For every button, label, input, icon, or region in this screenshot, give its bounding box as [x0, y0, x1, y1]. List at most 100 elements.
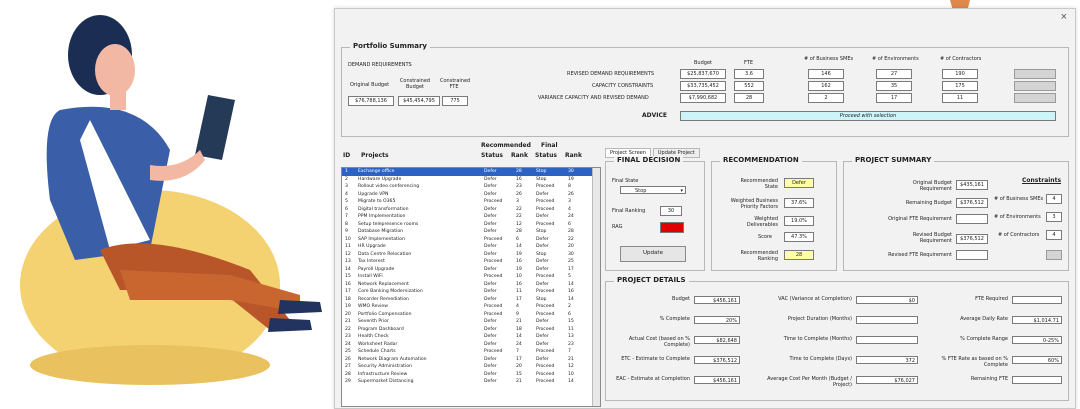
- recommended-rank: 14: [516, 244, 522, 249]
- project-id: 28: [345, 371, 351, 377]
- original-fte-req-value: [956, 214, 988, 224]
- project-name: Program Dashboard: [358, 326, 404, 332]
- list-item[interactable]: 2 Hardware Upgrade Defer 16 Stop 19: [342, 176, 600, 184]
- list-item[interactable]: 8 Setup telepresence rooms Defer 12 Proceed 6: [342, 221, 600, 229]
- list-item[interactable]: 24 Worksheet Radar Defer 24 Defer 23: [342, 341, 600, 349]
- project-id: 27: [345, 364, 351, 369]
- final-rank: 10: [568, 371, 574, 377]
- list-item[interactable]: 15 Install WiFi Proceed 10 Proceed 5: [342, 273, 600, 281]
- deliverables-value: 19.0%: [784, 216, 814, 226]
- original-budget-field[interactable]: $76,788,136: [348, 96, 394, 106]
- list-item[interactable]: 18 Recorder Remediation Defer 17 Stop 14: [342, 296, 600, 304]
- recommended-rank: 28: [516, 169, 522, 174]
- list-item[interactable]: 14 Payroll Upgrade Defer 19 Defer 17: [342, 266, 600, 274]
- header-rank: Rank: [511, 152, 528, 159]
- final-status: Proceed: [536, 311, 555, 317]
- project-name: SAP Implementation: [358, 236, 405, 242]
- detail-c-value: 0-25%: [1012, 336, 1062, 344]
- final-rank: 12: [568, 364, 574, 369]
- list-item[interactable]: 4 Upgrade VPN Defer 26 Defer 26: [342, 191, 600, 199]
- revised-demand-label: REVISED DEMAND REQUIREMENTS: [567, 71, 655, 77]
- list-item[interactable]: 17 Core Banking Modernization Defer 11 Proce…: [342, 288, 600, 296]
- close-icon[interactable]: ×: [1061, 11, 1067, 23]
- list-scrollbar[interactable]: [592, 168, 600, 406]
- list-item[interactable]: 10 SAP Implementation Proceed 6 Defer 22: [342, 236, 600, 244]
- recommended-state-label: Recommended State: [740, 178, 778, 190]
- detail-b-label: Project Duration (Months): [787, 316, 852, 322]
- list-item[interactable]: 7 PPM Implementation Defer 22 Defer 24: [342, 213, 600, 221]
- project-id: 23: [345, 334, 351, 339]
- revised-budget: $25,837,670: [680, 69, 726, 79]
- recommended-rank: 22: [516, 206, 522, 212]
- final-status: Defer: [536, 266, 549, 272]
- constrained-budget-field[interactable]: $45,454,795: [398, 96, 440, 106]
- projects-listbox[interactable]: 1 Exchange office Defer 28 Stop 30 2 Hardware U…: [341, 167, 601, 407]
- final-rank: 14: [568, 296, 574, 302]
- recommended-rank: 10: [516, 274, 522, 279]
- recommended-rank: 15: [516, 371, 522, 377]
- list-item[interactable]: 25 Schedule Charts Proceed 7 Proceed 7: [342, 348, 600, 356]
- header-status-final: Status: [535, 152, 557, 159]
- project-summary-title: PROJECT SUMMARY: [852, 156, 935, 164]
- final-rank: 24: [568, 214, 574, 219]
- final-ranking-field[interactable]: 30: [660, 206, 682, 216]
- recommended-rank: 21: [516, 319, 522, 324]
- capacity-budget: $33,735,452: [680, 81, 726, 91]
- recommended-rank: 16: [516, 176, 522, 182]
- list-item[interactable]: 20 Portfolio Compensation Proceed 9 Proceed 6: [342, 311, 600, 319]
- final-status: Proceed: [536, 184, 555, 189]
- list-item[interactable]: 28 Infrastructure Review Defer 15 Proceed 10: [342, 371, 600, 379]
- list-item[interactable]: 16 Network Replacement Defer 16 Defer 14: [342, 281, 600, 289]
- list-item[interactable]: 12 Data Centre Relocation Defer 19 Stop 30: [342, 251, 600, 259]
- variance-contractors: 11: [942, 93, 978, 103]
- demand-requirements-label: DEMAND REQUIREMENTS: [348, 62, 412, 68]
- col-header-fte: FTE: [744, 60, 754, 66]
- project-id: 26: [345, 356, 351, 362]
- original-budget-req-value: $435,161: [956, 180, 988, 190]
- project-name: Portfolio Compensation: [358, 311, 412, 317]
- list-item[interactable]: 22 Program Dashboard Defer 18 Proceed 11: [342, 326, 600, 334]
- list-item[interactable]: 23 Health Check Defer 14 Defer 13: [342, 333, 600, 341]
- final-decision-title: FINAL DECISION: [614, 156, 684, 164]
- list-item[interactable]: 3 Rollout video conferencing Defer 23 Procee…: [342, 183, 600, 191]
- list-item[interactable]: 21 Seventh Prior Defer 21 Defer 15: [342, 318, 600, 326]
- update-button[interactable]: Update: [620, 246, 686, 262]
- recommended-status: Proceed: [484, 311, 503, 317]
- project-id: 21: [345, 319, 351, 324]
- final-status: Defer: [536, 319, 549, 324]
- recommended-status: Defer: [484, 296, 497, 302]
- recommended-rank: 3: [516, 199, 519, 204]
- final-rank: 23: [568, 341, 574, 347]
- revised-fte-req-value: [956, 250, 988, 260]
- list-item[interactable]: 29 Supermarket Distancing Defer 21 Proceed 14: [342, 378, 600, 386]
- project-id: 18: [345, 296, 351, 302]
- summary-status-indicator: [1046, 250, 1062, 260]
- recommended-status: Defer: [484, 184, 497, 189]
- face-shape: [95, 44, 135, 96]
- recommended-rank: 19: [516, 251, 522, 257]
- project-name: Worksheet Radar: [358, 341, 398, 347]
- detail-b-value: $0: [856, 296, 918, 304]
- project-id: 29: [345, 379, 351, 384]
- list-item[interactable]: 1 Exchange office Defer 28 Stop 30: [342, 168, 600, 176]
- list-item[interactable]: 19 WMO Review Proceed 4 Proceed 2: [342, 303, 600, 311]
- recommended-status: Defer: [484, 281, 497, 287]
- list-item[interactable]: 6 Digital transformation Defer 22 Proceed 4: [342, 206, 600, 214]
- detail-a-value: $456,161: [694, 296, 740, 304]
- constrained-fte-field[interactable]: 775: [442, 96, 468, 106]
- final-status: Proceed: [536, 364, 555, 369]
- recommended-rank: 19: [516, 266, 522, 272]
- list-item[interactable]: 5 Migrate to O365 Proceed 3 Proceed 3: [342, 198, 600, 206]
- detail-a-value: 20%: [694, 316, 740, 324]
- list-item[interactable]: 26 Network Diagram Automation Defer 17 Defer…: [342, 356, 600, 364]
- list-item[interactable]: 9 Database Migration Defer 28 Stop 28: [342, 228, 600, 236]
- list-item[interactable]: 13 Tax Interest Proceed 16 Defer 25: [342, 258, 600, 266]
- capacity-fte: 552: [734, 81, 764, 91]
- remaining-budget-value: $376,512: [956, 198, 988, 208]
- final-rank: 4: [568, 206, 571, 212]
- recommended-rank: 4: [516, 304, 519, 309]
- list-item[interactable]: 27 Security Administration Defer 20 Proceed 1…: [342, 363, 600, 371]
- recommended-rank: 7: [516, 349, 519, 354]
- list-item[interactable]: 11 HR Upgrade Defer 14 Defer 20: [342, 243, 600, 251]
- final-state-select[interactable]: Stop ▾: [620, 186, 686, 194]
